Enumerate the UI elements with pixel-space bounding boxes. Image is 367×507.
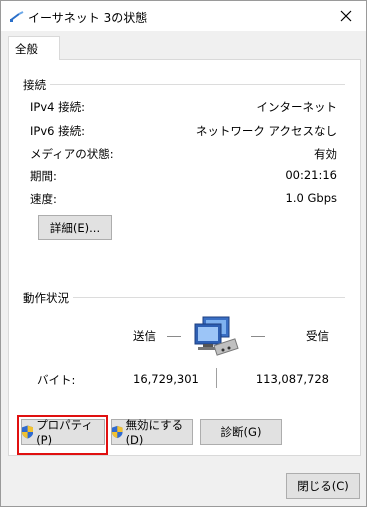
media-state-label: メディアの状態: [30, 147, 114, 161]
ipv4-label: IPv4 接続: [30, 100, 85, 114]
network-computers-icon [194, 316, 239, 356]
window-title: イーサネット 3の状態 [28, 11, 148, 25]
close-window-button[interactable] [326, 1, 366, 31]
disable-button-label: 無効にする(D) [125, 418, 184, 447]
properties-button-label: プロパティ(P) [36, 418, 93, 447]
general-panel [8, 59, 361, 456]
title-bar: イーサネット 3の状態 [1, 1, 366, 31]
bytes-received-value: 113,087,728 [255, 372, 329, 386]
activity-group-title: 動作状況 [23, 290, 73, 306]
ipv6-label: IPv6 接続: [30, 124, 85, 138]
sent-label: 送信 [133, 329, 156, 343]
received-label: 受信 [306, 329, 329, 343]
duration-label: 期間: [30, 169, 57, 183]
sent-dash [167, 336, 181, 337]
connection-group-title: 接続 [23, 77, 50, 93]
details-button-label: 詳細(E)... [49, 220, 101, 235]
received-dash [251, 336, 265, 337]
ipv6-value: ネットワーク アクセスなし [195, 124, 337, 138]
network-connection-icon [10, 11, 24, 22]
uac-shield-icon [112, 425, 123, 439]
diagnose-button[interactable]: 診断(G) [200, 419, 282, 445]
close-button[interactable]: 閉じる(C) [286, 473, 360, 499]
properties-button[interactable]: プロパティ(P) [21, 418, 105, 447]
activity-group-line [69, 297, 345, 298]
details-button[interactable]: 詳細(E)... [38, 215, 112, 240]
ipv4-value: インターネット [256, 100, 338, 114]
status-dialog: イーサネット 3の状態 全般 接続 IPv4 接続: インターネット IPv6 … [0, 0, 367, 507]
speed-value: 1.0 Gbps [285, 191, 337, 205]
diagnose-button-label: 診断(G) [220, 425, 262, 439]
connection-group-line [49, 84, 345, 85]
speed-label: 速度: [30, 192, 57, 206]
bytes-sent-value: 16,729,301 [133, 372, 199, 386]
close-button-label: 閉じる(C) [297, 479, 349, 493]
media-state-value: 有効 [314, 147, 337, 161]
duration-value: 00:21:16 [285, 168, 337, 182]
tab-general[interactable]: 全般 [8, 36, 60, 60]
disable-button[interactable]: 無効にする(D) [111, 418, 193, 447]
close-icon [340, 10, 352, 22]
bytes-separator [216, 368, 217, 388]
bytes-label: バイト: [37, 373, 76, 387]
uac-shield-icon [22, 425, 34, 439]
